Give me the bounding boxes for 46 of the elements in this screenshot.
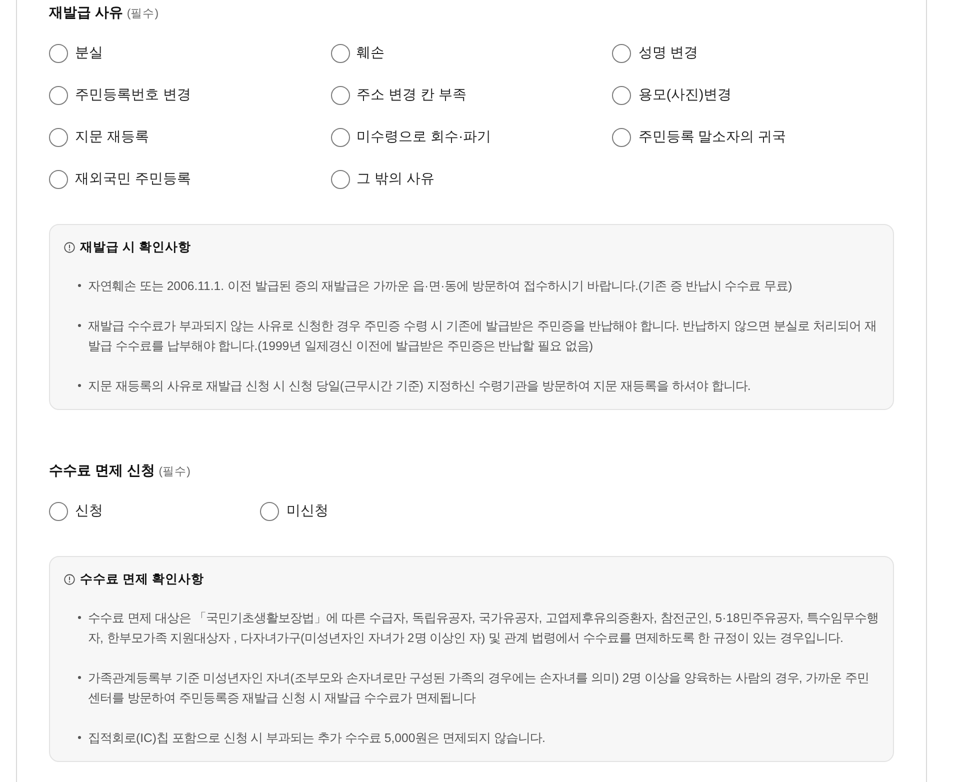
- radio-button[interactable]: [49, 170, 68, 188]
- radio-button[interactable]: [612, 86, 632, 104]
- radio-button[interactable]: [330, 44, 350, 62]
- radio-button[interactable]: [49, 44, 68, 62]
- bullet-icon: [78, 284, 81, 287]
- notice-title: 재발급 시 확인사항: [80, 239, 191, 256]
- radio-button[interactable]: [330, 170, 350, 188]
- bullet-icon: [78, 736, 81, 739]
- radio-button[interactable]: [49, 86, 68, 104]
- radio-label[interactable]: 그 밖의 사유: [356, 170, 434, 188]
- notice-text: 자연훼손 또는 2006.11.1. 이전 발급된 증의 재발급은 가까운 읍·면·동에 방문하여 접수하시기 바랍니다.(기존 증 반납시 수수료 무료): [88, 278, 792, 295]
- radio-button[interactable]: [330, 128, 350, 146]
- radio-label[interactable]: 용모(사진)변경: [638, 86, 732, 104]
- notice-title: 수수료 면제 확인사항: [80, 571, 204, 588]
- section-title: 수수료 면제 신청: [49, 461, 155, 480]
- radio-label[interactable]: 성명 변경: [638, 44, 698, 62]
- required-note: (필수): [158, 465, 190, 480]
- notice-text: 집적회로(IC)칩 포함으로 신청 시 부과되는 추가 수수료 5,000원은 면제되지 않습니다.: [88, 730, 546, 747]
- radio-label[interactable]: 미수령으로 회수·파기: [356, 128, 492, 146]
- bullet-icon: [78, 616, 81, 619]
- radio-label[interactable]: 분실: [75, 44, 103, 62]
- radio-button[interactable]: [612, 128, 632, 146]
- bullet-icon: [78, 676, 81, 679]
- radio-button[interactable]: [260, 502, 280, 520]
- bullet-icon: [78, 384, 81, 387]
- radio-label[interactable]: 지문 재등록: [75, 128, 149, 146]
- radio-label[interactable]: 미신청: [286, 502, 328, 520]
- info-icon: [64, 242, 75, 252]
- radio-label[interactable]: 주민등록번호 변경: [75, 86, 191, 104]
- info-icon: [64, 574, 75, 584]
- radio-button[interactable]: [49, 128, 68, 146]
- radio-button[interactable]: [330, 86, 350, 104]
- notice-text: 가족관계등록부 기준 미성년자인 자녀(조부모와 손자녀로만 구성된 가족의 경우에는 손자녀를 의미) 2명 이상을 양육하는 사람의 경우, 가까운 주민센터를 방문하여 주민등록증 재발급 신청 시 재발급 수수료가 면제됩니다: [88, 670, 870, 707]
- radio-label[interactable]: 주소 변경 칸 부족: [356, 86, 466, 104]
- radio-label[interactable]: 재외국민 주민등록: [75, 170, 191, 188]
- radio-button[interactable]: [49, 502, 68, 520]
- required-note: (필수): [126, 7, 159, 22]
- section-title: 재발급 사유: [49, 3, 123, 22]
- radio-label[interactable]: 신청: [75, 502, 103, 520]
- radio-label[interactable]: 주민등록 말소자의 귀국: [638, 128, 786, 146]
- bullet-icon: [78, 324, 81, 327]
- radio-button[interactable]: [612, 44, 632, 62]
- radio-label[interactable]: 훼손: [356, 44, 385, 62]
- notice-text: 수수료 면제 대상은 「국민기초생활보장법」에 따른 수급자, 독립유공자, 국가유공자, 고엽제후유의증환자, 참전군인, 5·18민주유공자, 특수임무수행자, 한부모가족 지원대상자 , 다자녀가구(미성년자인 자녀가 2명 이상인 자) 및 관계 법령에서 수수료를 면제하도록 한 규정이 있는 경우입니다.: [88, 610, 879, 647]
- notice-text: 재발급 수수료가 부과되지 않는 사유로 신청한 경우 주민증 수령 시 기존에 발급받은 주민증을 반납해야 합니다. 반납하지 않으면 분실로 처리되어 재발급 수수료를 납부해야 합니다.(1999년 일제경신 이전에 발급받은 주민증은 반납할 필요 없음): [88, 318, 878, 355]
- notice-text: 지문 재등록의 사유로 재발급 신청 시 신청 당일(근무시간 기준) 지정하신 수령기관을 방문하여 지문 재등록을 하셔야 합니다.: [88, 378, 751, 395]
